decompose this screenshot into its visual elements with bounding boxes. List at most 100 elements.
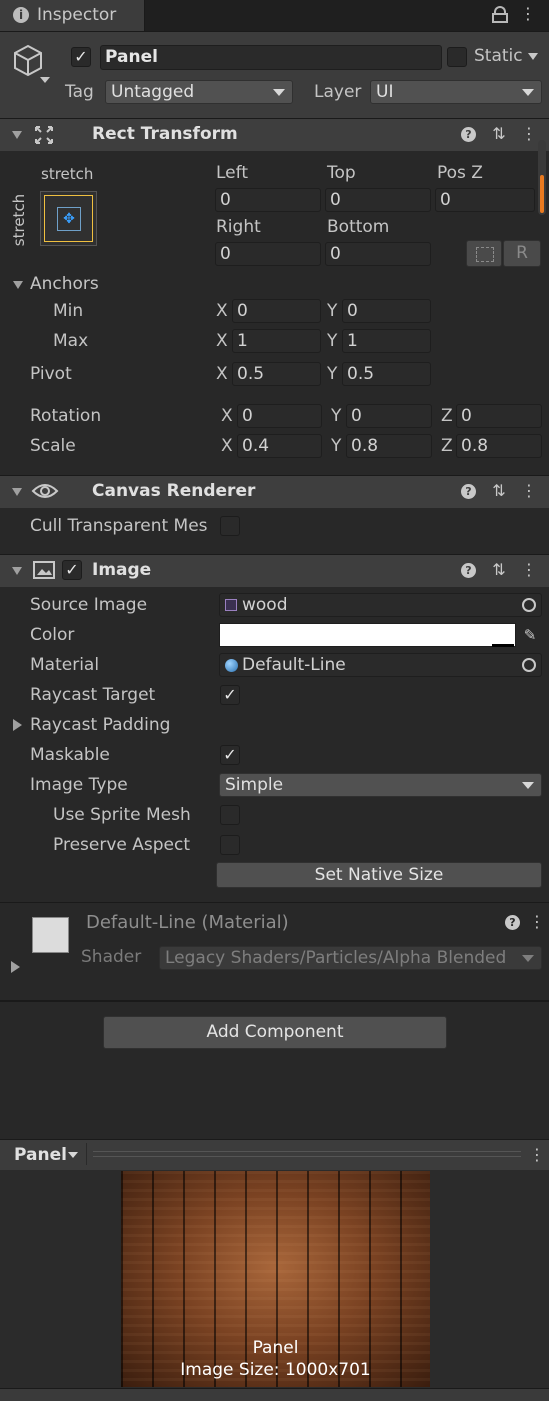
add-component-label: Add Component (206, 1022, 344, 1042)
scale-y-field[interactable]: 0.8 (346, 434, 432, 458)
raycast-target-checkbox[interactable]: ✓ (220, 685, 240, 705)
preview-drag-handle[interactable] (93, 1151, 521, 1157)
max-label: Max (53, 331, 89, 351)
min-y-axis: Y (327, 301, 338, 321)
image-fold-icon[interactable] (12, 567, 22, 575)
bottom-label: Bottom (327, 217, 390, 237)
use-sprite-mesh-label: Use Sprite Mesh (53, 805, 191, 825)
pivot-label: Pivot (30, 364, 72, 384)
use-sprite-mesh-checkbox[interactable] (220, 805, 240, 825)
rect-fold-icon[interactable] (12, 131, 22, 139)
max-y-axis: Y (327, 331, 338, 351)
preview-title-caret-icon[interactable] (68, 1152, 78, 1158)
rect-presets-icon[interactable]: ⇅ (489, 124, 509, 144)
raycast-padding-fold-icon[interactable] (13, 719, 22, 731)
top-label: Top (327, 163, 356, 183)
image-type-label: Image Type (30, 775, 128, 795)
min-x-field[interactable]: 0 (232, 299, 321, 323)
material-picker-icon[interactable] (522, 658, 536, 672)
maskable-checkbox[interactable]: ✓ (220, 745, 240, 765)
image-presets-icon[interactable]: ⇅ (489, 560, 509, 580)
image-help-icon[interactable]: ? (461, 563, 476, 578)
image-type-caret-icon (522, 782, 534, 789)
shader-caret-icon (522, 955, 534, 962)
image-menu-icon[interactable]: ⋮ (519, 560, 539, 580)
min-y-field[interactable]: 0 (342, 299, 431, 323)
max-y-field[interactable]: 1 (342, 329, 431, 353)
canvas-help-icon[interactable]: ? (461, 484, 476, 499)
image-enabled-checkbox[interactable]: ✓ (62, 560, 82, 580)
posz-field[interactable]: 0 (435, 188, 535, 212)
material-help-icon[interactable]: ? (505, 915, 520, 930)
layer-value: UI (376, 82, 394, 102)
set-native-size-button[interactable]: Set Native Size (216, 862, 542, 888)
preserve-aspect-checkbox[interactable] (220, 835, 240, 855)
rect-menu-icon[interactable]: ⋮ (519, 124, 539, 144)
blueprint-icon (476, 247, 494, 262)
preview-menu-icon[interactable]: ⋮ (527, 1145, 547, 1165)
active-checkbox[interactable]: ✓ (71, 47, 91, 67)
preview-title[interactable]: Panel (14, 1145, 67, 1165)
shader-value: Legacy Shaders/Particles/Alpha Blended (165, 948, 507, 968)
canvas-fold-icon[interactable] (12, 488, 22, 496)
top-field[interactable]: 0 (325, 188, 431, 212)
tab-menu-icon[interactable]: ⋮ (518, 4, 538, 24)
static-checkbox[interactable] (447, 47, 467, 67)
pivot-y-field[interactable]: 0.5 (342, 362, 431, 386)
gameobject-cube-icon[interactable] (12, 44, 44, 78)
raycast-padding-label[interactable]: Raycast Padding (30, 715, 170, 735)
scale-x-field[interactable]: 0.4 (237, 434, 322, 458)
anchors-fold-icon[interactable] (13, 281, 23, 289)
rot-x-axis: X (221, 406, 233, 426)
add-component-button[interactable]: Add Component (103, 1016, 447, 1049)
rot-y-axis: Y (331, 406, 342, 426)
left-field[interactable]: 0 (215, 188, 321, 212)
image-title: Image (92, 560, 152, 580)
anchor-preset-inner-icon: ✥ (57, 207, 81, 231)
section-divider-bottom (0, 1000, 549, 1002)
rot-y-field[interactable]: 0 (346, 404, 432, 428)
shader-dropdown[interactable]: Legacy Shaders/Particles/Alpha Blended (159, 946, 542, 970)
layer-dropdown[interactable]: UI (370, 80, 542, 104)
anchor-presets-button[interactable]: ✥ (40, 191, 97, 246)
tag-dropdown[interactable]: Untagged (105, 80, 293, 104)
anchors-label[interactable]: Anchors (30, 274, 99, 294)
rot-x-field[interactable]: 0 (237, 404, 322, 428)
canvas-presets-icon[interactable]: ⇅ (489, 481, 509, 501)
cull-label: Cull Transparent Mes (30, 516, 208, 536)
image-type-dropdown[interactable]: Simple (219, 773, 542, 797)
material-menu-icon[interactable]: ⋮ (527, 912, 547, 932)
stretch-vertical-label: stretch (10, 193, 28, 247)
scrollbar-thumb[interactable] (540, 175, 544, 213)
rot-z-field[interactable]: 0 (456, 404, 542, 428)
image-type-value: Simple (225, 775, 284, 795)
cull-checkbox[interactable] (220, 516, 240, 536)
preserve-aspect-label: Preserve Aspect (53, 835, 191, 855)
lock-body-icon (492, 13, 508, 23)
source-picker-icon[interactable] (522, 598, 536, 612)
eyedropper-icon[interactable]: ✎ (519, 624, 541, 646)
right-field[interactable]: 0 (215, 242, 321, 266)
color-alpha-bar (492, 644, 514, 647)
material-fold-icon[interactable] (11, 961, 20, 973)
image-component-icon (33, 561, 55, 579)
static-caret-icon[interactable] (528, 53, 538, 60)
blueprint-mode-button[interactable] (466, 240, 502, 267)
raw-edit-button[interactable]: R (503, 240, 541, 267)
bottom-field[interactable]: 0 (325, 242, 431, 266)
rect-help-icon[interactable]: ? (461, 127, 476, 142)
gameobject-name-field[interactable]: Panel (100, 45, 442, 70)
max-x-field[interactable]: 1 (232, 329, 321, 353)
source-image-field[interactable]: wood (219, 593, 542, 617)
tab-inspector[interactable]: i Inspector (0, 0, 145, 31)
pivot-x-field[interactable]: 0.5 (232, 362, 321, 386)
posz-label: Pos Z (437, 163, 483, 183)
static-label[interactable]: Static (474, 46, 523, 66)
material-title: Default-Line (Material) (86, 912, 289, 933)
material-field[interactable]: Default-Line (219, 653, 542, 677)
color-swatch[interactable] (219, 623, 516, 647)
scale-z-field[interactable]: 0.8 (456, 434, 542, 458)
canvas-menu-icon[interactable]: ⋮ (519, 481, 539, 501)
tag-value: Untagged (111, 82, 195, 102)
color-label: Color (30, 625, 75, 645)
